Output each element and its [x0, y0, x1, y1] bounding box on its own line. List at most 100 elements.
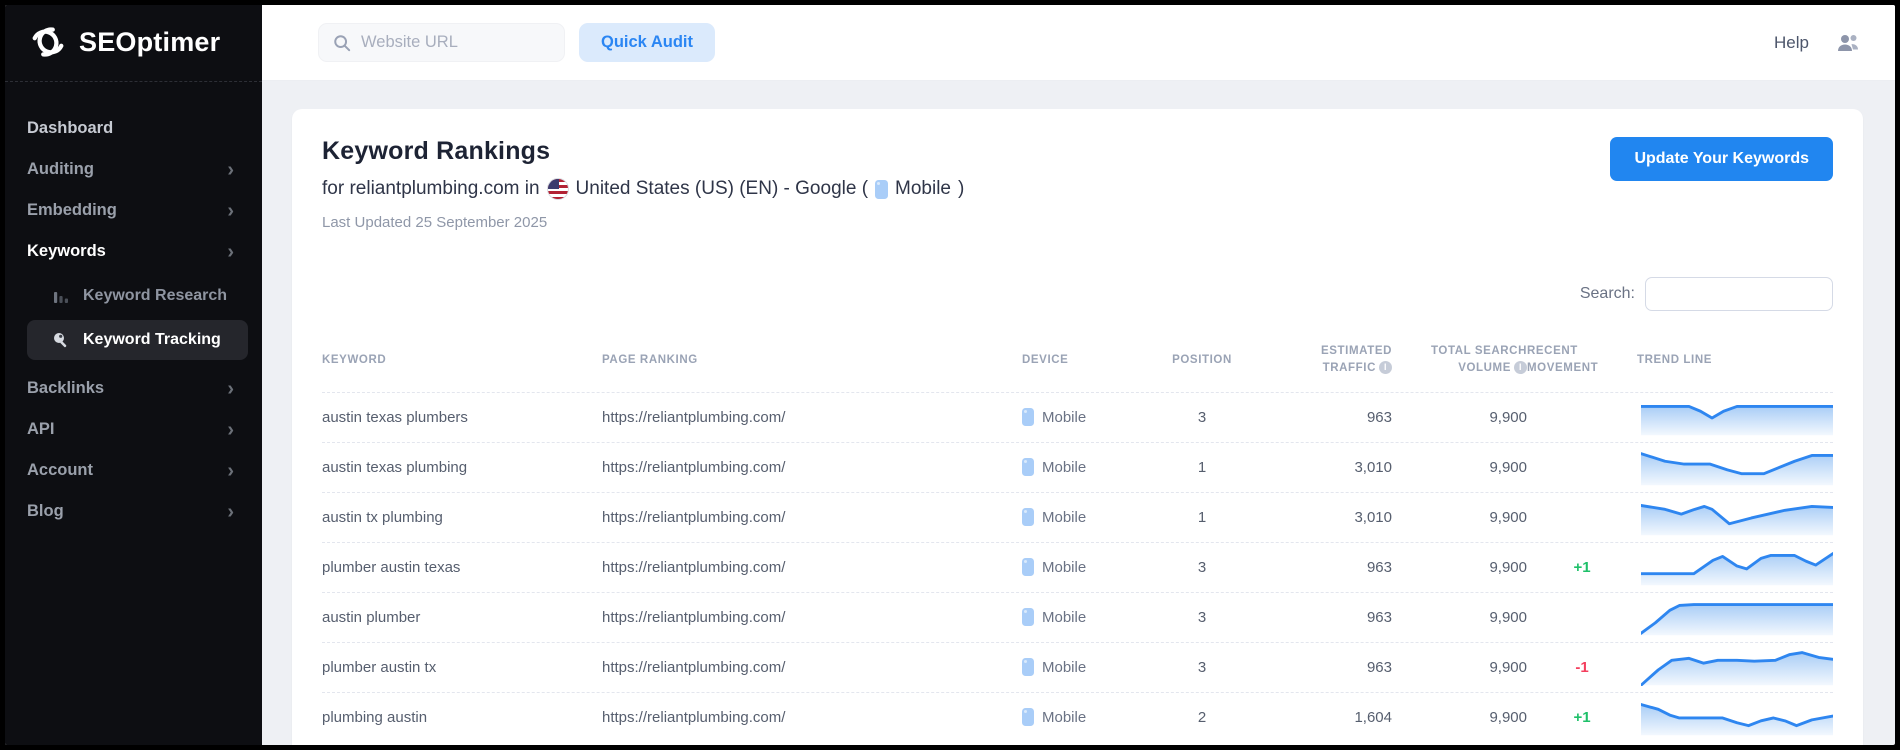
trend-sparkline — [1641, 548, 1833, 586]
content-column: Quick Audit Help Keyword Ranki — [262, 5, 1895, 745]
table-row[interactable]: austin tx plumbing https://reliantplumbi… — [322, 492, 1833, 542]
page-subtitle: for reliantplumbing.com in United States… — [322, 178, 964, 200]
sidebar-item-account[interactable]: Account › — [27, 450, 248, 491]
users-icon[interactable] — [1835, 32, 1861, 54]
sidebar-item-label: Blog — [27, 502, 64, 521]
cell-search-volume: 9,900 — [1392, 659, 1527, 676]
cell-device: Mobile — [1022, 508, 1157, 526]
mobile-phone-icon — [1022, 558, 1034, 576]
cell-page-ranking[interactable]: https://reliantplumbing.com/ — [602, 509, 1022, 526]
trend-sparkline — [1641, 648, 1833, 686]
quick-audit-button[interactable]: Quick Audit — [579, 23, 715, 62]
column-header-device[interactable]: Device — [1022, 352, 1157, 369]
cell-estimated-traffic: 963 — [1247, 659, 1392, 676]
cell-trend-line — [1637, 448, 1833, 486]
subtitle-end: ) — [958, 178, 964, 200]
column-header-trend-line[interactable]: Trend Line — [1637, 352, 1833, 369]
cell-keyword: plumbing austin — [322, 709, 602, 726]
cell-recent-movement: +1 — [1527, 709, 1637, 726]
us-flag-icon — [547, 178, 569, 200]
table-row[interactable]: plumber austin tx https://reliantplumbin… — [322, 642, 1833, 692]
sidebar-item-label: Backlinks — [27, 379, 104, 398]
website-url-search[interactable] — [318, 23, 565, 62]
table-row[interactable]: plumbing austin https://reliantplumbing.… — [322, 692, 1833, 742]
table-row[interactable]: austin texas plumbing https://reliantplu… — [322, 442, 1833, 492]
sidebar-item-keyword-tracking[interactable]: Keyword Tracking — [27, 320, 248, 360]
sidebar-item-backlinks[interactable]: Backlinks › — [27, 368, 248, 409]
website-url-input[interactable] — [361, 33, 550, 52]
cell-position: 3 — [1157, 409, 1247, 426]
column-header-page-ranking[interactable]: Page Ranking — [602, 352, 1022, 369]
sidebar-item-dashboard[interactable]: Dashboard — [27, 108, 248, 149]
cell-position: 3 — [1157, 559, 1247, 576]
chevron-right-icon: › — [227, 424, 234, 436]
sidebar-item-blog[interactable]: Blog › — [27, 491, 248, 532]
last-updated: Last Updated 25 September 2025 — [322, 214, 964, 231]
sidebar-item-embedding[interactable]: Embedding › — [27, 190, 248, 231]
cell-page-ranking[interactable]: https://reliantplumbing.com/ — [602, 609, 1022, 626]
mobile-phone-icon — [875, 180, 888, 199]
table-header-row: Keyword Page Ranking Device Position Est… — [322, 337, 1833, 392]
title-block: Keyword Rankings for reliantplumbing.com… — [322, 137, 964, 231]
page-title: Keyword Rankings — [322, 137, 964, 166]
cell-trend-line — [1637, 548, 1833, 586]
cell-keyword: plumber austin tx — [322, 659, 602, 676]
column-header-position[interactable]: Position — [1157, 352, 1247, 369]
column-header-recent[interactable]: RecentMovement — [1527, 343, 1637, 378]
topbar-right: Help — [1774, 32, 1861, 54]
sidebar-item-keywords[interactable]: Keywords › — [27, 231, 248, 272]
table-body: austin texas plumbers https://reliantplu… — [322, 392, 1833, 742]
table-row[interactable]: plumber austin texas https://reliantplum… — [322, 542, 1833, 592]
sidebar-item-auditing[interactable]: Auditing › — [27, 149, 248, 190]
cell-page-ranking[interactable]: https://reliantplumbing.com/ — [602, 409, 1022, 426]
chevron-right-icon: › — [227, 164, 234, 176]
cell-search-volume: 9,900 — [1392, 709, 1527, 726]
sidebar-item-api[interactable]: API › — [27, 409, 248, 450]
sidebar: SEOptimer Dashboard Auditing › Embedding… — [5, 5, 262, 745]
cell-keyword: austin plumber — [322, 609, 602, 626]
cell-device: Mobile — [1022, 708, 1157, 726]
cell-page-ranking[interactable]: https://reliantplumbing.com/ — [602, 659, 1022, 676]
chevron-right-icon: › — [227, 506, 234, 518]
subtitle-mid: United States (US) (EN) - Google ( — [576, 178, 868, 200]
cell-page-ranking[interactable]: https://reliantplumbing.com/ — [602, 559, 1022, 576]
column-header-keyword[interactable]: Keyword — [322, 352, 602, 369]
info-icon[interactable]: i — [1514, 361, 1527, 374]
cell-estimated-traffic: 963 — [1247, 559, 1392, 576]
sidebar-item-label: Auditing — [27, 160, 94, 179]
brand-name: SEOptimer — [79, 27, 220, 58]
cell-trend-line — [1637, 498, 1833, 536]
cell-estimated-traffic: 3,010 — [1247, 509, 1392, 526]
sidebar-item-label: Embedding — [27, 201, 117, 220]
table-row[interactable]: austin texas plumbers https://reliantplu… — [322, 392, 1833, 442]
cell-page-ranking[interactable]: https://reliantplumbing.com/ — [602, 459, 1022, 476]
sidebar-item-label: Keywords — [27, 242, 106, 261]
update-keywords-button[interactable]: Update Your Keywords — [1610, 137, 1833, 181]
table-search-row: Search: — [322, 277, 1833, 311]
cell-search-volume: 9,900 — [1392, 409, 1527, 426]
brand-logo[interactable]: SEOptimer — [5, 5, 262, 82]
trend-sparkline — [1641, 698, 1833, 736]
cell-trend-line — [1637, 648, 1833, 686]
cell-position: 3 — [1157, 659, 1247, 676]
sidebar-item-label: Dashboard — [27, 119, 113, 138]
table-row[interactable]: austin plumber https://reliantplumbing.c… — [322, 592, 1833, 642]
column-header-estimated[interactable]: EstimatedTraffici — [1247, 343, 1392, 378]
sidebar-sub-item-label: Keyword Research — [83, 287, 227, 305]
mobile-phone-icon — [1022, 708, 1034, 726]
app-frame: SEOptimer Dashboard Auditing › Embedding… — [5, 5, 1895, 745]
column-header-total-search[interactable]: Total SearchVolumei — [1392, 343, 1527, 378]
cell-page-ranking[interactable]: https://reliantplumbing.com/ — [602, 709, 1022, 726]
cell-trend-line — [1637, 598, 1833, 636]
mobile-phone-icon — [1022, 508, 1034, 526]
mobile-phone-icon — [1022, 458, 1034, 476]
trend-sparkline — [1641, 448, 1833, 486]
cell-position: 1 — [1157, 509, 1247, 526]
info-icon[interactable]: i — [1379, 361, 1392, 374]
table-search-input[interactable] — [1645, 277, 1833, 311]
sidebar-item-keyword-research[interactable]: Keyword Research — [27, 276, 248, 316]
title-row: Keyword Rankings for reliantplumbing.com… — [322, 137, 1833, 231]
key-icon — [51, 330, 71, 350]
cell-recent-movement: -1 — [1527, 659, 1637, 676]
help-link[interactable]: Help — [1774, 33, 1809, 53]
